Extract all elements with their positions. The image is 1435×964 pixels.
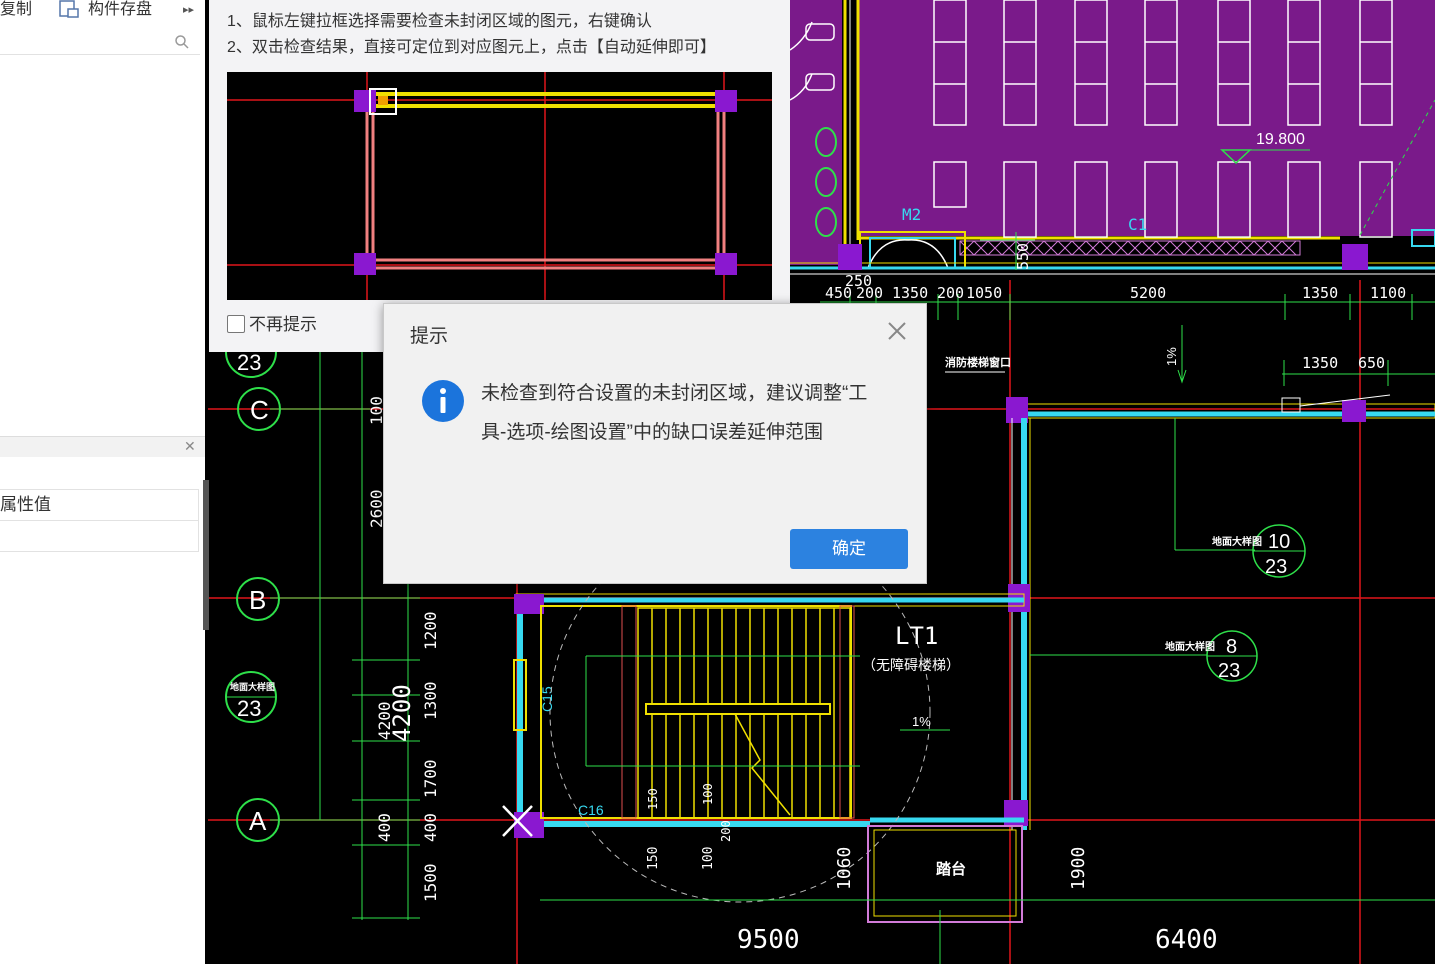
dialog-message: 未检查到符合设置的未封闭区域，建议调整“工具-选项-绘图设置”中的缺口误差延伸范… [481, 383, 868, 443]
dim-left-1500: 1500 [421, 863, 440, 902]
dim-top-1050: 1050 [966, 284, 1002, 302]
dim-1350-right: 1350 [1302, 354, 1338, 372]
dim-stair-150r: 150 [646, 788, 660, 810]
dim-left-400: 400 [421, 813, 440, 842]
info-icon [422, 380, 464, 422]
note-detail-2: 地面大样图 [1165, 640, 1215, 653]
slope-label: 1% [1164, 347, 1179, 366]
copy-button[interactable]: 复制 [0, 0, 32, 20]
dim-1900: 1900 [1068, 847, 1089, 890]
dim-left-400b: 400 [375, 813, 394, 842]
dim-stair-100r: 100 [701, 783, 715, 805]
dim-stair-1060: 1060 [834, 847, 855, 890]
property-value-header: 属性值 [0, 489, 199, 521]
level-label: 19.800 [1256, 131, 1305, 148]
save-disk-icon [58, 0, 82, 18]
dim-top-200b: 200 [937, 284, 964, 302]
help-step-2: 2、双击检查结果，直接可定位到对应图元上，点击【自动延伸即可】 [227, 39, 716, 56]
dim-top-1350a: 1350 [892, 284, 928, 302]
dim-bottom-6400: 6400 [1155, 925, 1218, 955]
dim-stair-150: 150 [646, 847, 661, 870]
detail-ref-8-bottom: 23 [1218, 660, 1240, 682]
more-chevron-icon[interactable]: ▸▸ [183, 0, 194, 20]
dim-left-1200: 1200 [421, 611, 440, 650]
detail-ref-10-bottom: 23 [1265, 556, 1287, 578]
search-icon[interactable] [174, 34, 190, 50]
dim-650-right: 650 [1358, 354, 1385, 372]
dont-show-again-checkbox[interactable]: 不再提示 [227, 310, 317, 334]
dim-bottom-9500: 9500 [737, 925, 800, 955]
dim-left-1700: 1700 [421, 759, 440, 798]
dim-top-5200: 5200 [1130, 284, 1166, 302]
dialog-title: 提示 [410, 326, 449, 347]
ok-button[interactable]: 确定 [790, 529, 908, 569]
detail-ref-23-mid-label: 23 [237, 696, 261, 721]
component-panel: 复制 构件存盘 ▸▸ ✕ 属性值 [0, 0, 205, 964]
detail-ref-23-top-label: 23 [237, 350, 261, 375]
save-component-button[interactable]: 构件存盘 [88, 0, 152, 20]
dim-top-1100: 1100 [1370, 284, 1406, 302]
detail-ref-10-top: 10 [1268, 531, 1290, 553]
detail-ref-8-top: 8 [1226, 636, 1237, 658]
note-detail-1: 地面大样图 [1212, 535, 1262, 548]
close-icon[interactable]: ✕ [184, 438, 196, 455]
window-c1-label: C1 [1128, 215, 1147, 234]
note-detail-3: 地面大样图 [230, 681, 275, 692]
dim-top-1350b: 1350 [1302, 284, 1338, 302]
window-c16-label: C16 [578, 802, 604, 818]
property-row[interactable] [0, 519, 199, 552]
room-fill-main [858, 0, 1435, 236]
axis-a-label: A [249, 806, 267, 836]
close-icon[interactable] [884, 318, 910, 344]
dim-stair-200r: 200 [719, 820, 733, 842]
check-help-panel: 1、鼠标左键拉框选择需要检查未封闭区域的图元，右键确认 2、双击检查结果，直接可… [209, 0, 790, 352]
platform-label: 踏台 [936, 860, 966, 878]
panel-splitter[interactable] [203, 480, 209, 630]
prompt-dialog: 提示 未检查到符合设置的未封闭区域，建议调整“工具-选项-绘图设置”中的缺口误差… [383, 303, 927, 584]
dim-left-1300: 1300 [421, 681, 440, 720]
dim-250: 250 [845, 272, 872, 290]
component-search-bar[interactable] [0, 30, 200, 55]
dim-stair-100: 100 [701, 847, 716, 870]
property-panel-header: ✕ [0, 436, 205, 457]
help-preview-image [227, 72, 772, 300]
help-step-1: 1、鼠标左键拉框选择需要检查未封闭区域的图元，右键确认 [227, 13, 652, 30]
slope-label-2: 1% [912, 714, 931, 729]
door-m2-label: M2 [902, 205, 921, 224]
component-toolbar: 复制 构件存盘 ▸▸ [0, 0, 205, 26]
note-fire-window: 消防楼梯窗口 [945, 355, 1011, 369]
dont-show-again-label: 不再提示 [249, 315, 317, 334]
checkbox-icon[interactable] [227, 315, 245, 333]
stair-lt1-label: LT1 [895, 622, 938, 650]
dim-4200-b: 4200 [388, 684, 416, 742]
stair-lt1-sub: （无障碍楼梯） [862, 657, 960, 673]
dim-550: 550 [1014, 243, 1032, 270]
axis-c-label: C [250, 395, 269, 425]
axis-b-label: B [249, 585, 266, 615]
